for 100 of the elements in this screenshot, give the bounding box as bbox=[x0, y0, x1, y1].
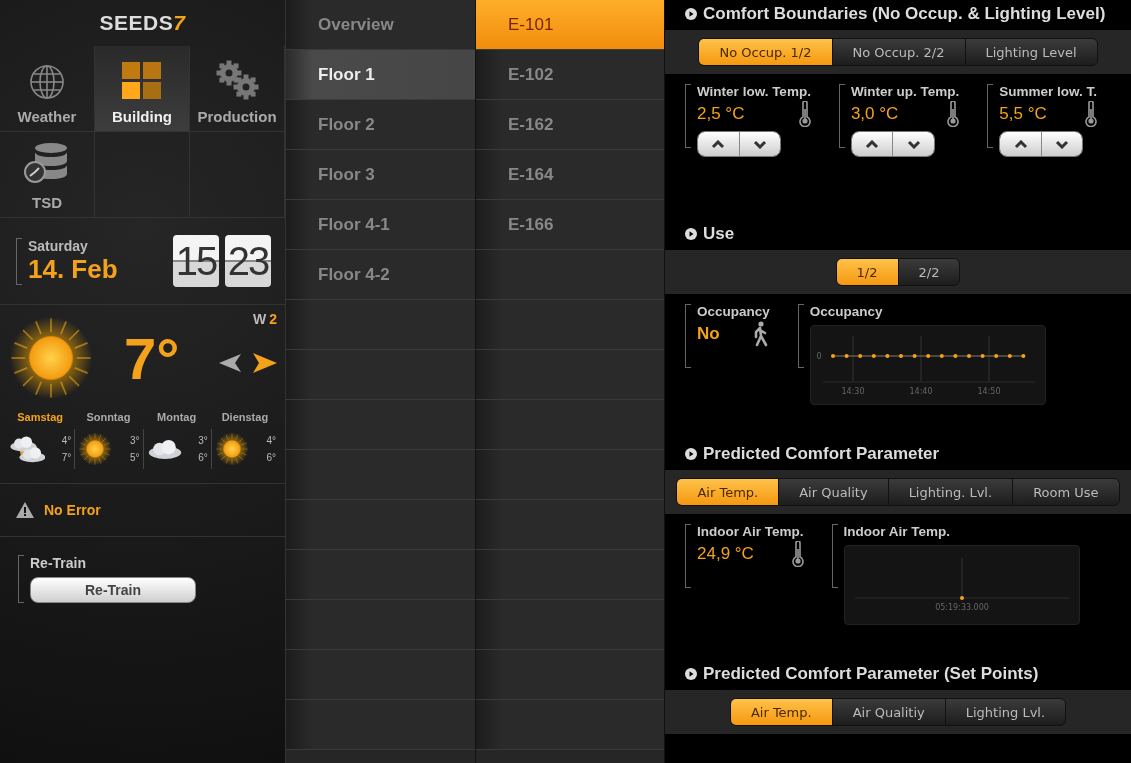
low-temperature: 5° bbox=[129, 452, 140, 463]
play-circle-icon bbox=[685, 668, 697, 680]
tab[interactable]: Lighting Lvl. bbox=[945, 699, 1066, 725]
list-item[interactable]: Floor 1 bbox=[286, 50, 475, 100]
logo: SEEDS7 bbox=[98, 10, 187, 36]
axis-tick-label: 14:50 bbox=[977, 387, 1001, 396]
list-item[interactable]: Floor 2 bbox=[286, 100, 475, 150]
tab[interactable]: Air Temp. bbox=[677, 479, 780, 505]
thermometer-icon bbox=[798, 101, 811, 127]
axis-tick-label: 14:40 bbox=[909, 387, 933, 396]
cloud-icon bbox=[146, 438, 183, 460]
date-label: 14. Feb bbox=[28, 253, 118, 285]
chevron-down-icon bbox=[1055, 139, 1070, 149]
thermometer-icon bbox=[1085, 101, 1098, 127]
building-grid-icon bbox=[122, 62, 162, 100]
tab[interactable]: No Occup. 1/2 bbox=[699, 39, 833, 65]
gears-icon bbox=[215, 60, 259, 100]
field-label: Occupancy bbox=[697, 304, 770, 319]
tab[interactable]: Air Qualitiy bbox=[832, 699, 946, 725]
list-item[interactable]: E-101 bbox=[476, 0, 664, 50]
status-message: No Error bbox=[44, 502, 101, 518]
high-temperature: 4° bbox=[266, 435, 276, 446]
field-value: 3,0 °C bbox=[850, 104, 899, 124]
low-temperature: 7° bbox=[61, 452, 72, 463]
field-label: Summer low. T. bbox=[999, 84, 1098, 99]
list-item[interactable]: E-164 bbox=[476, 150, 664, 200]
forecast-day[interactable]: Montag bbox=[142, 411, 211, 429]
low-temperature: 6° bbox=[198, 452, 208, 463]
tab[interactable]: 2/2 bbox=[898, 259, 960, 285]
nav-tile[interactable]: Production bbox=[190, 46, 285, 132]
list-item[interactable]: Overview bbox=[286, 0, 475, 50]
temperature-label: 7° bbox=[124, 324, 180, 392]
axis-tick-label: 14:30 bbox=[841, 387, 865, 396]
weekday-label: Saturday bbox=[28, 237, 89, 254]
field-value: 24,9 °C bbox=[697, 544, 754, 564]
high-temperature: 3° bbox=[198, 435, 208, 446]
low-temperature: 6° bbox=[266, 452, 276, 463]
wind-value: 2 bbox=[269, 311, 277, 327]
list-item[interactable]: Floor 4-1 bbox=[286, 200, 475, 250]
list-item[interactable]: E-102 bbox=[476, 50, 664, 100]
tab[interactable]: Lighting Level bbox=[965, 39, 1097, 65]
chevron-down-icon bbox=[906, 139, 921, 149]
axis-tick-label: 0 bbox=[816, 352, 822, 361]
hour-flip-card: 15 bbox=[173, 235, 219, 287]
list-item[interactable]: Floor 3 bbox=[286, 150, 475, 200]
tab[interactable]: Air Temp. bbox=[730, 699, 833, 725]
increase-button[interactable] bbox=[851, 132, 893, 156]
list-item[interactable]: E-162 bbox=[476, 100, 664, 150]
retrain-label: Re-Train bbox=[30, 555, 87, 571]
chart-title: Indoor Air Temp. bbox=[843, 524, 951, 539]
tab[interactable]: Lighting. Lvl. bbox=[888, 479, 1014, 505]
list-item[interactable]: Floor 4-2 bbox=[286, 250, 475, 300]
section-title: Predicted Comfort Parameter bbox=[703, 444, 940, 464]
sun-icon bbox=[8, 315, 94, 401]
field-value: No bbox=[697, 324, 720, 344]
field-label: Indoor Air Temp. bbox=[697, 524, 804, 539]
minute-flip-card: 23 bbox=[225, 235, 271, 287]
retrain-button[interactable]: Re-Train bbox=[30, 577, 196, 603]
section-title: Predicted Comfort Parameter (Set Points) bbox=[703, 664, 1039, 684]
play-circle-icon bbox=[685, 448, 697, 460]
chevron-up-icon bbox=[1013, 139, 1028, 149]
play-circle-icon bbox=[685, 228, 697, 240]
warning-icon bbox=[16, 502, 34, 518]
field-label: Winter low. Temp. bbox=[697, 84, 811, 99]
increase-button[interactable] bbox=[1000, 132, 1041, 156]
forecast-day[interactable]: Dienstag bbox=[210, 411, 279, 429]
section-title: Use bbox=[703, 224, 735, 244]
tab[interactable]: No Occup. 2/2 bbox=[832, 39, 966, 65]
high-temperature: 4° bbox=[61, 435, 72, 446]
increase-button[interactable] bbox=[698, 132, 739, 156]
play-circle-icon bbox=[685, 8, 697, 20]
chevron-up-icon bbox=[865, 139, 880, 149]
chevron-down-icon bbox=[752, 139, 767, 149]
decrease-button[interactable] bbox=[892, 132, 934, 156]
thermometer-icon bbox=[947, 101, 960, 127]
direction-arrows-icon bbox=[219, 351, 277, 375]
tab[interactable]: Room Use bbox=[1013, 479, 1119, 505]
high-temperature: 3° bbox=[129, 435, 140, 446]
sun-icon bbox=[78, 432, 113, 466]
axis-tick-label: 05:19:33.000 bbox=[934, 603, 989, 612]
nav-tile[interactable]: TSD bbox=[0, 132, 95, 218]
decrease-button[interactable] bbox=[1040, 132, 1083, 156]
field-value: 5,5 °C bbox=[999, 104, 1047, 124]
sun-cloud-icon bbox=[9, 434, 45, 464]
wind-label: W bbox=[253, 311, 267, 327]
sun-icon bbox=[214, 432, 249, 466]
thermometer-icon bbox=[791, 541, 804, 567]
field-label: Winter up. Temp. bbox=[850, 84, 960, 99]
nav-tile[interactable]: Building bbox=[95, 46, 190, 132]
decrease-button[interactable] bbox=[738, 132, 780, 156]
globe-icon bbox=[29, 64, 65, 100]
tab[interactable]: 1/2 bbox=[836, 259, 899, 285]
tab[interactable]: Air Quality bbox=[779, 479, 889, 505]
forecast-day[interactable]: Sonntag bbox=[74, 411, 143, 429]
forecast-day[interactable]: Samstag bbox=[6, 411, 75, 429]
section-title: Comfort Boundaries (No Occup. & Lighting Level) bbox=[703, 4, 1106, 24]
field-value: 2,5 °C bbox=[697, 104, 745, 124]
chevron-up-icon bbox=[711, 139, 726, 149]
chart-title: Occupancy bbox=[809, 304, 884, 319]
list-item[interactable]: E-166 bbox=[476, 200, 664, 250]
